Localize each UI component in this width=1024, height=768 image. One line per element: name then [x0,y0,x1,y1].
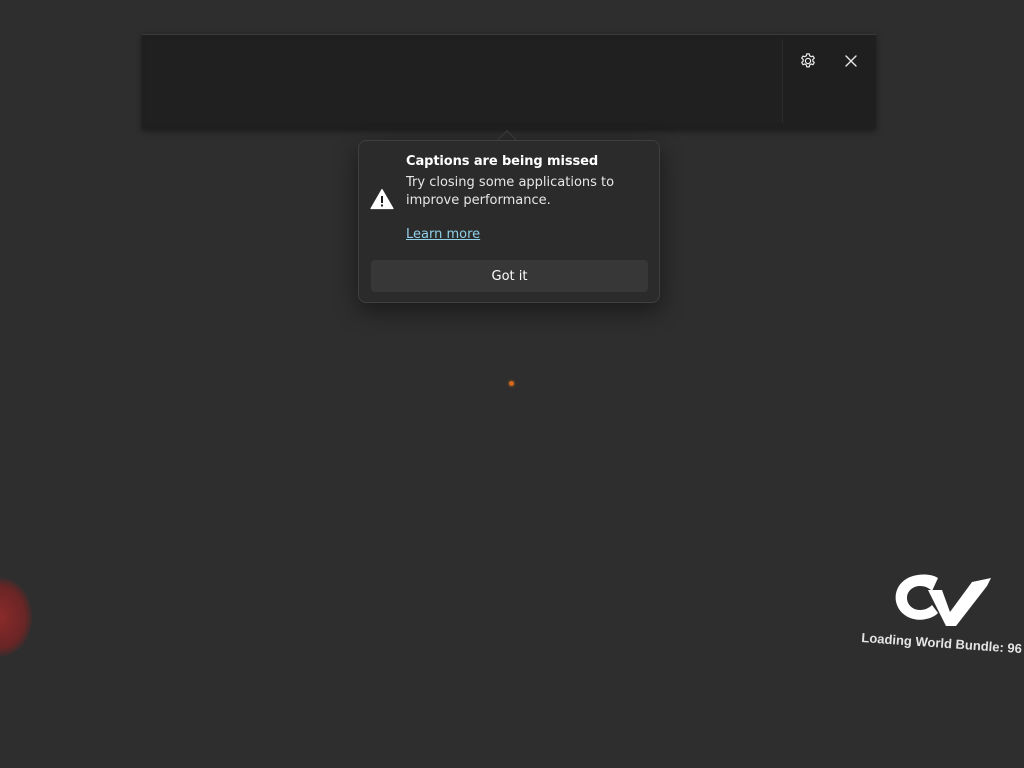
close-icon [845,55,857,67]
caption-text-area [146,39,783,123]
warning-icon [370,188,394,210]
teaching-tip: Captions are being missed Try closing so… [358,140,660,303]
center-dot [509,381,514,386]
close-button[interactable] [837,47,865,75]
loading-status-text: Loading World Bundle: 96 [860,630,1023,657]
gear-icon [801,53,815,68]
got-it-button[interactable]: Got it [371,260,648,292]
teaching-tip-body: Try closing some applications to improve… [406,175,615,208]
settings-button[interactable] [794,47,822,75]
red-blob-decoration [0,578,32,656]
live-captions-window [142,34,876,129]
teaching-tip-title: Captions are being missed [406,154,599,169]
learn-more-link[interactable]: Learn more [406,227,480,242]
app-viewport: Captions are being missed Try closing so… [0,0,1024,768]
cvr-logo-icon [895,574,991,626]
